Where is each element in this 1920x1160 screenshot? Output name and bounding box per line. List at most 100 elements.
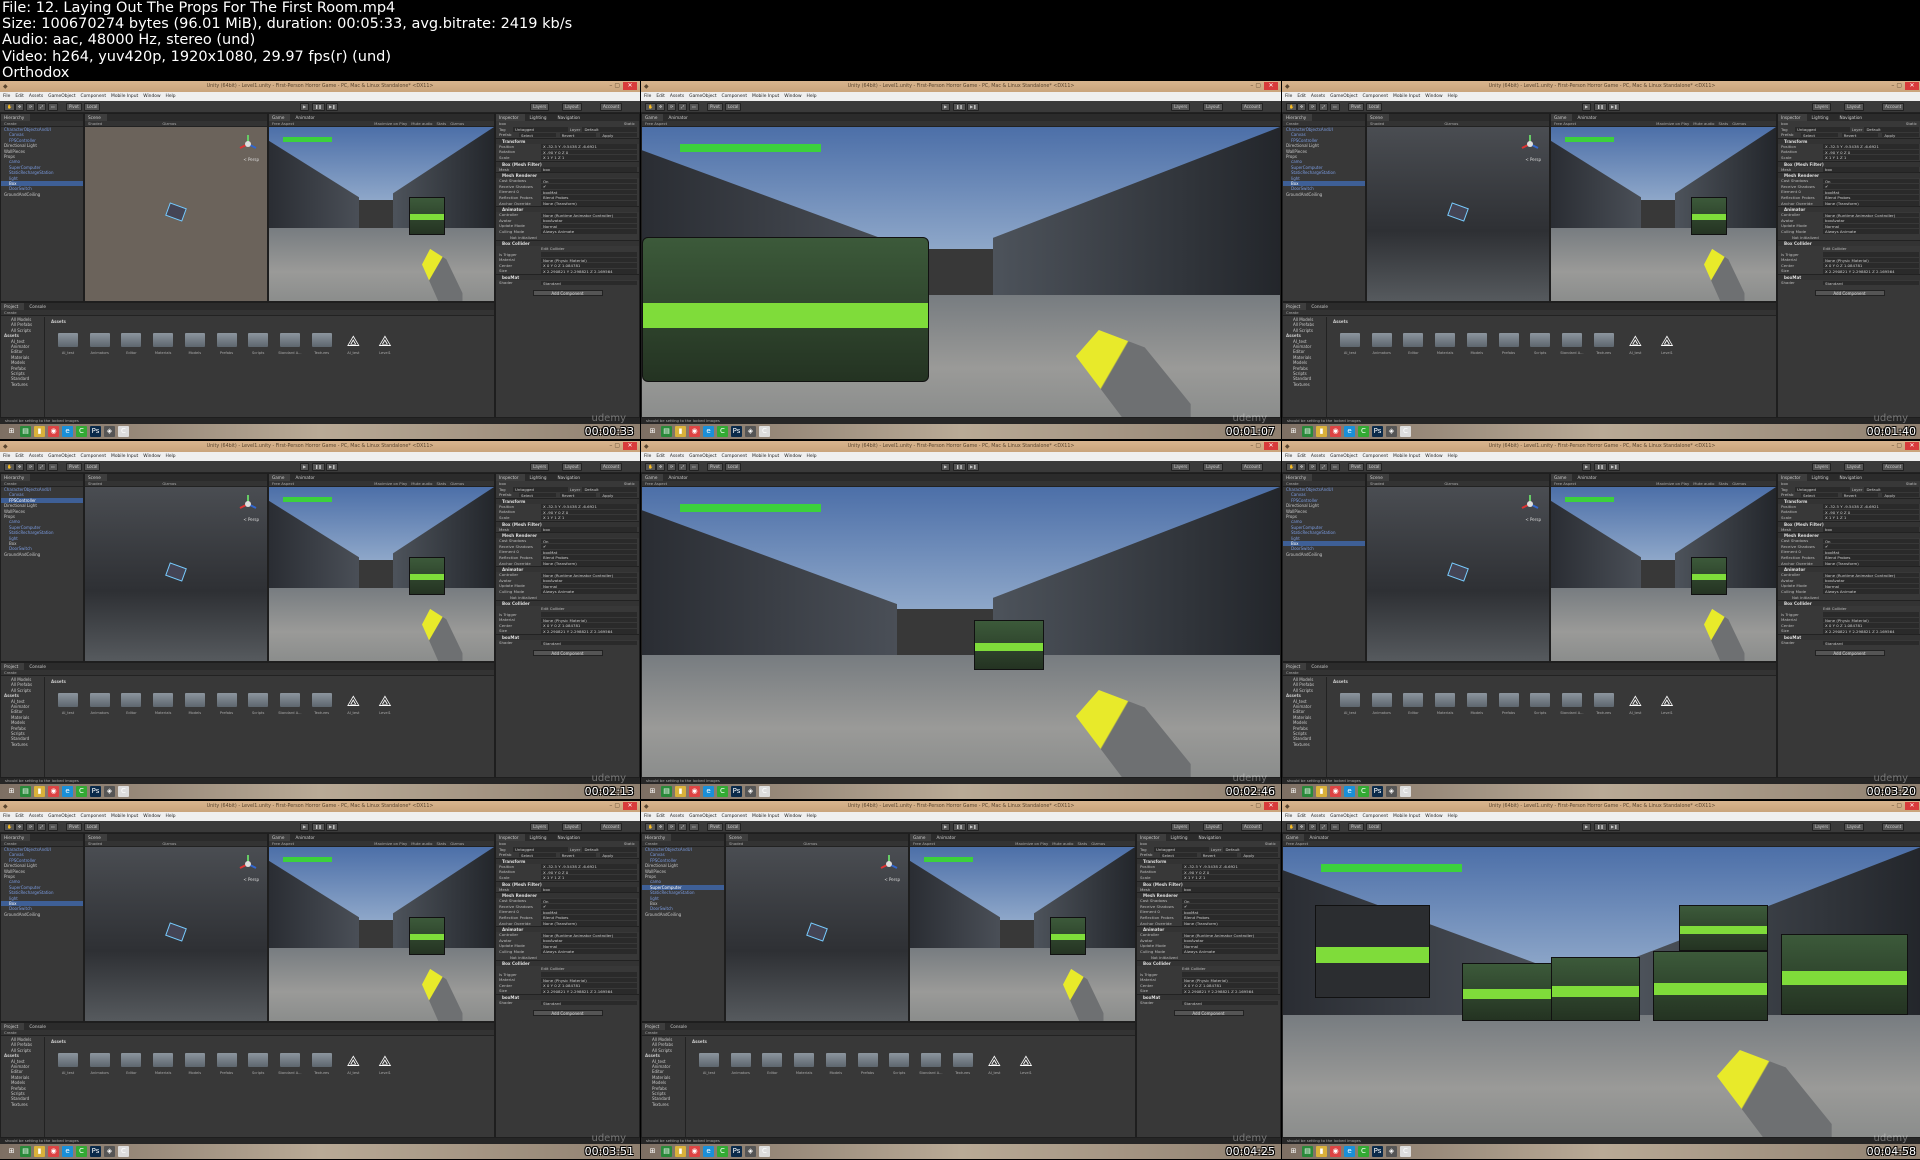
scale-tool-icon[interactable]: ⤢: [37, 823, 47, 831]
close-button[interactable]: ✕: [623, 802, 637, 810]
explorer-taskbar-icon[interactable]: ▤: [20, 786, 31, 797]
scene-viewport[interactable]: < Persp: [1367, 487, 1549, 661]
scene-viewport[interactable]: < Persp: [85, 847, 267, 1021]
account-dropdown[interactable]: Account: [600, 823, 623, 831]
asset-item[interactable]: Prefabs: [1497, 333, 1521, 356]
shading-dropdown[interactable]: Shaded: [729, 841, 743, 846]
asset-item[interactable]: Standard A...: [278, 333, 302, 356]
close-button[interactable]: ✕: [1905, 442, 1919, 450]
tab-animator[interactable]: Animator: [292, 834, 321, 841]
layout-dropdown[interactable]: Layout: [1844, 103, 1864, 111]
asset-item[interactable]: Standard A...: [919, 1053, 943, 1076]
move-tool-icon[interactable]: ✥: [1297, 463, 1307, 471]
tab-hierarchy[interactable]: Hierarchy: [1283, 114, 1313, 121]
field-value[interactable]: X 2.290821 Y 2.298821 Z 2.169564: [1823, 268, 1919, 274]
ie-taskbar-icon[interactable]: e: [62, 786, 73, 797]
tab-navigation[interactable]: Navigation: [1195, 834, 1228, 841]
field-value[interactable]: X 2.290821 Y 2.298821 Z 2.169564: [541, 988, 637, 994]
asset-item[interactable]: Editor: [1401, 333, 1425, 356]
menu-item-component[interactable]: Component: [81, 452, 107, 461]
shading-dropdown[interactable]: Shaded: [1370, 121, 1384, 126]
folder-taskbar-icon[interactable]: ▮: [675, 426, 686, 437]
minimize-maximize-buttons[interactable]: – ▢: [1250, 442, 1261, 450]
asset-item[interactable]: Models: [1465, 693, 1489, 716]
tab-project[interactable]: Project: [642, 1023, 666, 1030]
field-value[interactable]: Blend Probes: [541, 915, 637, 920]
add-component-button[interactable]: Add Component: [532, 649, 603, 656]
pivot-toggle[interactable]: Pivot: [1348, 823, 1364, 831]
asset-item[interactable]: ⟁ Level1: [373, 333, 397, 356]
tab-console[interactable]: Console: [26, 1023, 52, 1030]
layers-dropdown[interactable]: Layers: [530, 103, 550, 111]
tab-navigation[interactable]: Navigation: [554, 114, 587, 121]
prefab-apply-button[interactable]: Apply: [1241, 852, 1279, 858]
tab-hierarchy[interactable]: Hierarchy: [1, 114, 31, 121]
field-value[interactable]: Standard: [541, 1000, 637, 1006]
layers-dropdown[interactable]: Layers: [1812, 463, 1832, 471]
move-tool-icon[interactable]: ✥: [656, 103, 666, 111]
gizmos-toggle[interactable]: Gizmos: [1732, 121, 1746, 126]
field-value[interactable]: ✔: [541, 184, 637, 189]
menu-item-file[interactable]: File: [644, 452, 651, 461]
layout-dropdown[interactable]: Layout: [1203, 463, 1223, 471]
video-thumbnail[interactable]: ◆ Unity (64bit) - Level1.unity - First-Pe…: [1282, 801, 1920, 1159]
stats-toggle[interactable]: Stats: [1718, 121, 1728, 126]
layout-dropdown[interactable]: Layout: [1203, 103, 1223, 111]
field-value[interactable]: boxAvatar: [1823, 218, 1919, 223]
hand-tool-icon[interactable]: ✋: [4, 823, 15, 831]
field-value[interactable]: X -32.5 Y -9.5438 Z -6.6921: [1823, 504, 1919, 509]
camtasia-taskbar-icon[interactable]: C: [76, 1146, 87, 1157]
mute-toggle[interactable]: Mute audio: [411, 481, 432, 486]
create-dropdown[interactable]: Create: [1286, 481, 1299, 486]
field-value[interactable]: [1823, 252, 1919, 257]
stats-toggle[interactable]: Stats: [1718, 481, 1728, 486]
field-value[interactable]: Always Animate: [541, 589, 637, 594]
asset-item[interactable]: Textures: [1592, 693, 1616, 716]
folder-taskbar-icon[interactable]: ▮: [1316, 786, 1327, 797]
start-taskbar-icon[interactable]: ⊞: [1288, 1146, 1299, 1157]
camtasia-taskbar-icon[interactable]: C: [1358, 426, 1369, 437]
asset-item[interactable]: ⟁ Level1: [373, 693, 397, 716]
asset-item[interactable]: Prefabs: [215, 333, 239, 356]
ie-taskbar-icon[interactable]: e: [62, 426, 73, 437]
asset-item[interactable]: ⟁ AI_test: [1623, 693, 1647, 716]
tab-game[interactable]: Game: [269, 474, 291, 481]
account-dropdown[interactable]: Account: [1241, 463, 1264, 471]
hand-tool-icon[interactable]: ✋: [4, 463, 15, 471]
scale-tool-icon[interactable]: ⤢: [1319, 823, 1329, 831]
camtasia-taskbar-icon[interactable]: C: [717, 786, 728, 797]
tab-inspector[interactable]: Inspector: [496, 114, 525, 121]
create-dropdown[interactable]: Create: [4, 670, 17, 675]
menu-item-assets[interactable]: Assets: [670, 812, 684, 821]
field-value[interactable]: Standard: [1182, 1000, 1278, 1006]
menu-item-assets[interactable]: Assets: [670, 452, 684, 461]
asset-item[interactable]: AI_test: [697, 1053, 721, 1076]
ie-taskbar-icon[interactable]: e: [703, 1146, 714, 1157]
menu-item-mobile-input[interactable]: Mobile Input: [1393, 812, 1420, 821]
field-value[interactable]: On: [1823, 538, 1919, 544]
add-component-button[interactable]: Add Component: [532, 289, 603, 296]
move-tool-icon[interactable]: ✥: [15, 463, 25, 471]
asset-item[interactable]: Scripts: [887, 1053, 911, 1076]
video-thumbnail[interactable]: ◆ Unity (64bit) - Level1.unity - First-Pe…: [1282, 81, 1920, 439]
tab-scene[interactable]: Scene: [85, 834, 107, 841]
minimize-maximize-buttons[interactable]: – ▢: [1891, 802, 1902, 810]
tab-navigation[interactable]: Navigation: [1836, 114, 1869, 121]
tab-scene[interactable]: Scene: [1367, 114, 1389, 121]
field-value[interactable]: Always Animate: [1823, 589, 1919, 594]
field-value[interactable]: Normal: [541, 583, 637, 589]
prefab-revert-button[interactable]: Revert: [559, 492, 597, 498]
step-button[interactable]: ▶❚: [967, 463, 980, 471]
photoshop-taskbar-icon[interactable]: Ps: [1372, 1146, 1383, 1157]
asset-item[interactable]: Editor: [1401, 693, 1425, 716]
step-button[interactable]: ▶❚: [326, 103, 339, 111]
tab-animator[interactable]: Animator: [292, 114, 321, 121]
step-button[interactable]: ▶❚: [967, 823, 980, 831]
minimize-maximize-buttons[interactable]: – ▢: [1891, 82, 1902, 90]
assets-breadcrumb[interactable]: Assets: [1333, 679, 1348, 685]
asset-item[interactable]: Editor: [119, 1053, 143, 1076]
asset-item[interactable]: Animators: [88, 333, 112, 356]
video-thumbnail[interactable]: ◆ Unity (64bit) - Level1.unity - First-Pe…: [0, 801, 640, 1159]
game-viewport[interactable]: [642, 127, 1280, 417]
asset-item[interactable]: Scripts: [246, 333, 270, 356]
